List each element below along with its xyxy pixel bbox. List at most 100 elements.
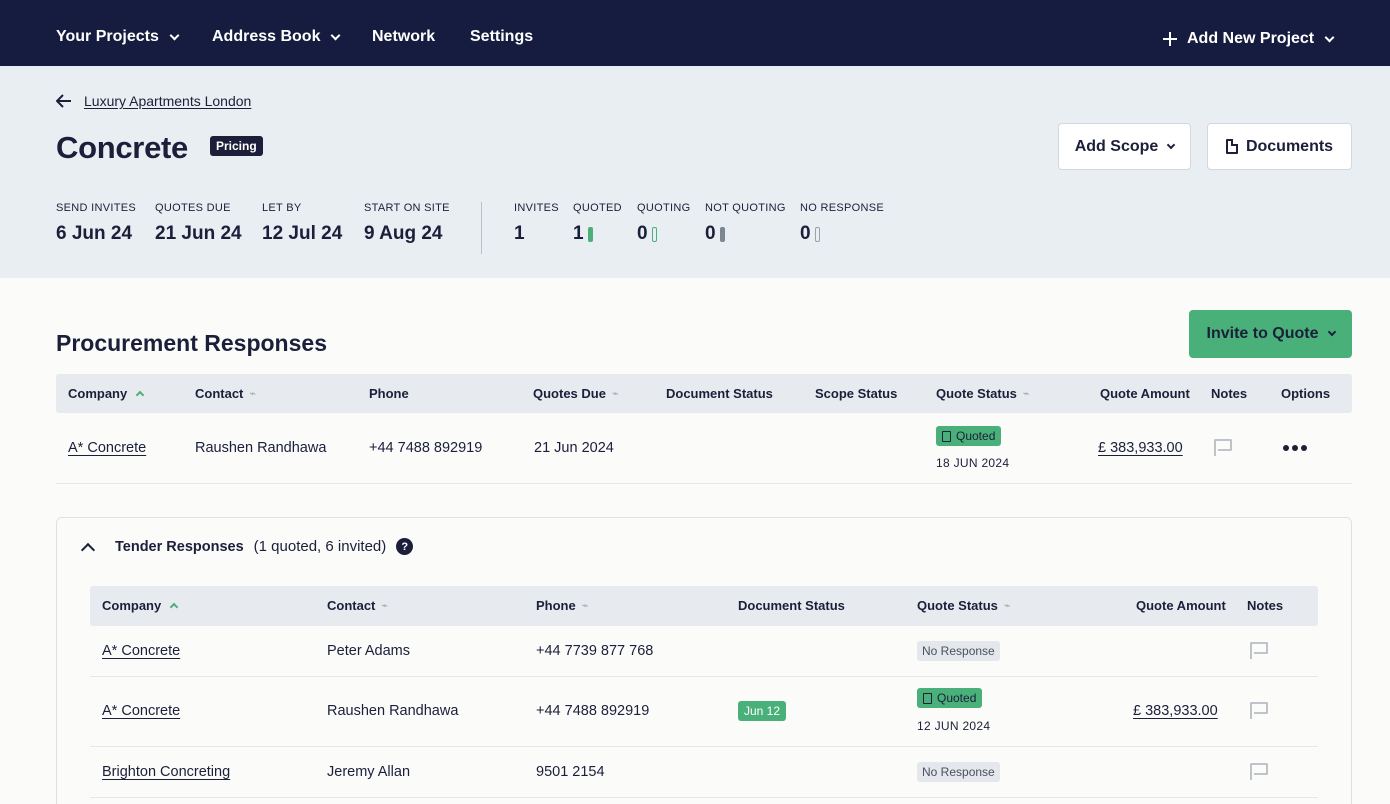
nav-settings-label: Settings (470, 28, 534, 45)
sort-icon: ⌁ (249, 388, 257, 400)
quote-status-badge: No Response (917, 641, 1000, 661)
stat-label: NOT QUOTING (705, 202, 786, 214)
quoted-bar-icon (587, 226, 593, 242)
col-options: Options (1281, 386, 1330, 401)
col-quote-status[interactable]: Quote Status ⌁ (917, 598, 1011, 613)
quote-status-badge: No Response (917, 762, 1000, 782)
contact-name: Jeremy Allan (327, 764, 411, 780)
col-label: Notes (1211, 386, 1248, 401)
add-scope-label: Add Scope (1074, 137, 1159, 155)
col-company[interactable]: Company (68, 386, 145, 401)
nav-address-book[interactable]: Address Book (212, 28, 341, 46)
row-divider (90, 746, 1318, 747)
help-icon[interactable]: ? (396, 538, 414, 555)
quote-status-badge: Quoted (936, 426, 1002, 446)
invite-to-quote-button[interactable]: Invite to Quote (1189, 310, 1352, 358)
col-quote-status[interactable]: Quote Status ⌁ (936, 386, 1030, 401)
phone: +44 7488 892919 (536, 703, 650, 719)
company-link[interactable]: A* Concrete (102, 703, 180, 719)
tender-header[interactable]: Tender Responses (1 quoted, 6 invited) ? (80, 538, 414, 557)
document-icon (1225, 139, 1238, 154)
documents-button[interactable]: Documents (1207, 123, 1352, 170)
flag-note-icon[interactable] (1213, 437, 1233, 457)
phone: +44 7488 892919 (369, 440, 483, 456)
breadcrumb-link[interactable]: Luxury Apartments London (84, 93, 251, 109)
quote-status-label: No Response (917, 641, 1000, 661)
stat-label: NO RESPONSE (800, 202, 884, 214)
sort-up-icon (169, 602, 179, 612)
stat-label: START ON SITE (364, 202, 450, 214)
stat-not-quoting: NOT QUOTING 0 (705, 202, 786, 245)
top-nav: Your Projects Address Book Network Setti… (0, 0, 1390, 66)
phone: 9501 2154 (536, 764, 605, 780)
quote-status-label: Quoted (937, 691, 977, 705)
company-link[interactable]: A* Concrete (68, 440, 146, 456)
chevron-up-icon[interactable] (80, 542, 96, 557)
arrow-left-icon[interactable] (56, 94, 72, 108)
stat-quoting: QUOTING 0 (637, 202, 690, 245)
stat-label: SEND INVITES (56, 202, 137, 214)
table-header: Company Contact ⌁ Phone Quotes Due ⌁ Docum… (56, 374, 1352, 413)
quote-amount-link[interactable]: £ 383,933.00 (1098, 440, 1183, 456)
stat-value: 9 Aug 24 (364, 223, 443, 244)
stat-label: LET BY (262, 202, 302, 214)
quoting-bar-icon (651, 226, 657, 242)
stat-start-on-site: START ON SITE 9 Aug 24 (364, 202, 450, 245)
col-contact[interactable]: Contact ⌁ (327, 598, 388, 613)
document-status-label: Jun 12 (738, 701, 787, 721)
stat-label: INVITES (514, 202, 559, 214)
breadcrumb: Luxury Apartments London (56, 93, 251, 109)
col-label: Contact (195, 386, 244, 401)
col-notes: Notes (1211, 386, 1247, 401)
sort-icon: ⌁ (581, 600, 589, 612)
col-label: Quote Amount (1100, 386, 1190, 401)
col-document-status: Document Status (666, 386, 773, 401)
contact-name: Raushen Randhawa (195, 440, 327, 456)
row-divider (90, 676, 1318, 677)
quote-date: 18 JUN 2024 (936, 456, 1010, 470)
count-value: 1 (514, 223, 525, 244)
stat-quoted: QUOTED 1 (573, 202, 622, 245)
company-link[interactable]: Brighton Concreting (102, 764, 230, 780)
stat-let-by: LET BY 12 Jul 24 (262, 202, 342, 245)
status-badge: Pricing (210, 136, 263, 156)
col-contact[interactable]: Contact ⌁ (195, 386, 256, 401)
nav-your-projects[interactable]: Your Projects (56, 28, 180, 46)
col-quotes-due[interactable]: Quotes Due ⌁ (533, 386, 619, 401)
col-label: Quotes Due (533, 386, 606, 401)
chevron-down-icon (331, 30, 341, 40)
col-document-status: Document Status (738, 598, 845, 613)
flag-note-icon[interactable] (1249, 700, 1269, 720)
not-quoting-bar-icon (719, 226, 725, 242)
tender-summary: (1 quoted, 6 invited) (253, 538, 387, 555)
quote-status-badge: Quoted (917, 688, 983, 708)
add-scope-button[interactable]: Add Scope (1058, 123, 1191, 170)
stat-value: 6 Jun 24 (56, 223, 133, 244)
flag-note-icon[interactable] (1249, 761, 1269, 781)
document-icon (942, 430, 951, 442)
col-quote-amount: Quote Amount (1136, 598, 1226, 613)
more-options-icon[interactable] (1283, 445, 1307, 451)
nav-your-projects-label: Your Projects (56, 28, 159, 45)
count-value: 0 (705, 223, 716, 244)
nav-settings[interactable]: Settings (470, 28, 533, 46)
quote-amount-link[interactable]: £ 383,933.00 (1133, 703, 1218, 719)
stat-label: QUOTING (637, 202, 691, 214)
flag-note-icon[interactable] (1249, 640, 1269, 660)
stat-value: 0 (637, 223, 690, 245)
phone: +44 7739 877 768 (536, 643, 654, 659)
add-new-project-button[interactable]: Add New Project (1163, 30, 1335, 48)
company-link[interactable]: A* Concrete (102, 643, 180, 659)
stat-label: QUOTES DUE (155, 202, 231, 214)
stat-invites: INVITES 1 (514, 202, 559, 245)
col-phone[interactable]: Phone ⌁ (536, 598, 588, 613)
invite-to-quote-label: Invite to Quote (1206, 325, 1319, 342)
quotes-due: 21 Jun 2024 (534, 440, 614, 456)
col-label: Scope Status (815, 386, 898, 401)
count-value: 0 (800, 223, 811, 244)
section-title: Procurement Responses (56, 330, 327, 356)
stat-label: QUOTED (573, 202, 622, 214)
col-label: Document Status (738, 598, 845, 613)
nav-network[interactable]: Network (372, 28, 435, 46)
col-company[interactable]: Company (102, 598, 179, 613)
